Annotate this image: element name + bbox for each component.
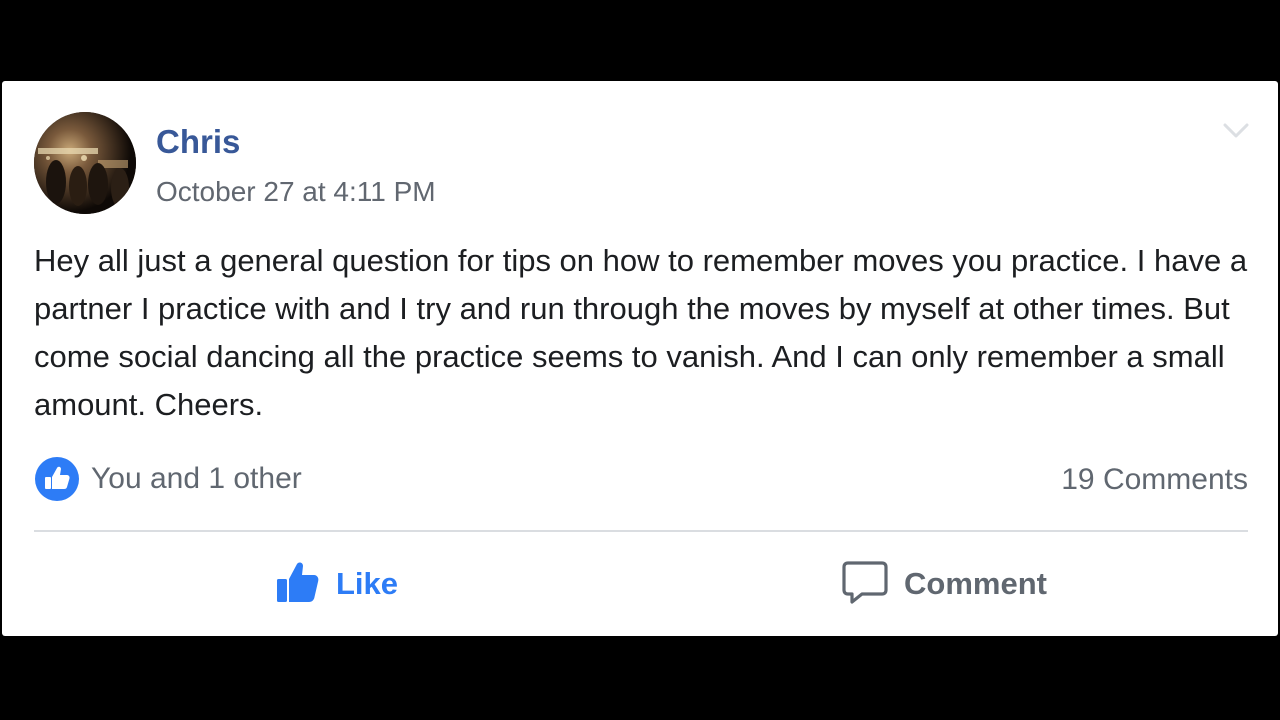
reactions-summary[interactable]: You and 1 other bbox=[91, 459, 302, 499]
post-card: Chris October 27 at 4:11 PM Hey all just… bbox=[2, 81, 1278, 636]
chevron-down-icon[interactable] bbox=[1220, 119, 1252, 143]
avatar[interactable] bbox=[34, 112, 136, 214]
divider bbox=[34, 530, 1248, 532]
author-name[interactable]: Chris bbox=[156, 122, 240, 162]
profile-photo-icon bbox=[34, 112, 136, 214]
like-button-label: Like bbox=[336, 566, 399, 601]
like-button[interactable]: Like bbox=[274, 554, 398, 614]
post-body: Hey all just a general question for tips… bbox=[34, 243, 1248, 422]
post-timestamp[interactable]: October 27 at 4:11 PM bbox=[156, 174, 436, 210]
comment-button-label: Comment bbox=[904, 566, 1047, 601]
comments-count[interactable]: 19 Comments bbox=[1061, 460, 1248, 500]
comment-button[interactable]: Comment bbox=[840, 554, 1047, 614]
thumbs-up-icon bbox=[274, 558, 322, 611]
like-reaction-icon[interactable] bbox=[34, 456, 80, 502]
speech-bubble-icon bbox=[840, 558, 890, 611]
